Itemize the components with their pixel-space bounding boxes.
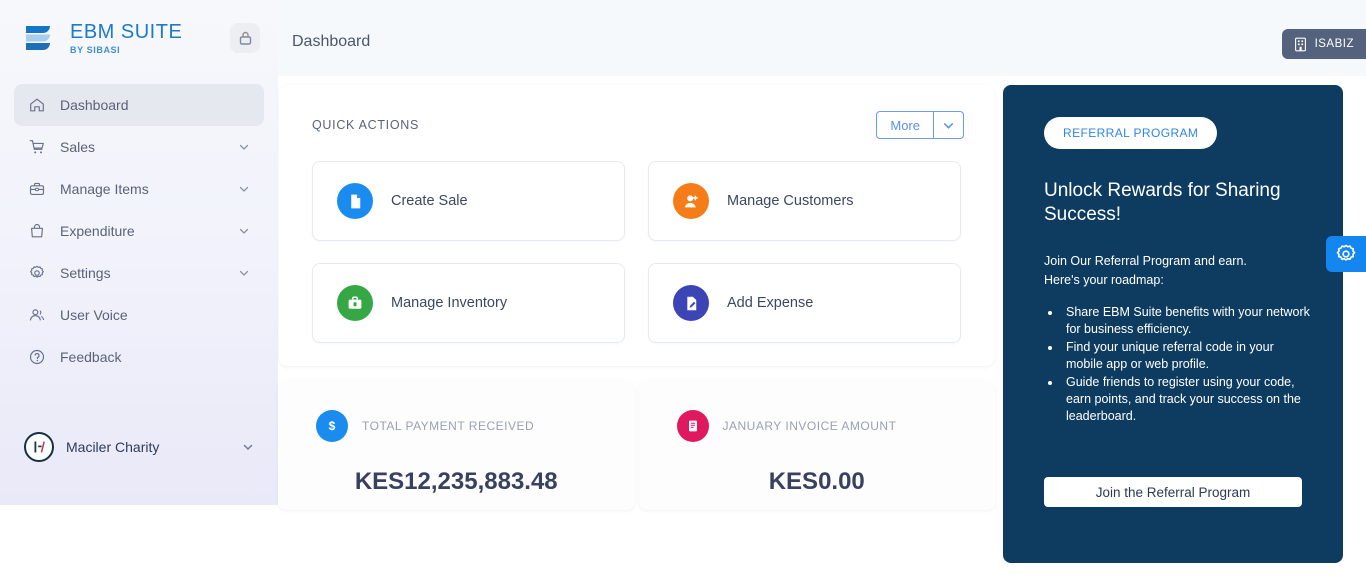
sidebar-nav: Dashboard Sales [0,84,278,378]
chevron-down-icon[interactable] [242,441,254,453]
referral-bullets: Share EBM Suite benefits with your netwo… [1062,304,1311,425]
profile-name: Maciler Charity [66,439,230,455]
page-title: Dashboard [292,33,370,51]
stat-label: JANUARY INVOICE AMOUNT [723,419,897,433]
svg-text:$: $ [329,419,336,433]
stat-card-total-payment: $ TOTAL PAYMENT RECEIVED KES12,235,883.4… [278,380,635,510]
org-badge-label: ISABIZ [1315,38,1354,50]
referral-panel: REFERRAL PROGRAM Unlock Rewards for Shar… [1003,85,1343,563]
lock-icon [238,30,253,46]
question-icon [28,348,46,366]
referral-title: Unlock Rewards for Sharing Success! [1044,179,1299,228]
stacked-bars-logo-icon [24,22,60,54]
company-avatar-icon [28,436,50,458]
referral-bullet: Guide friends to register using your cod… [1062,374,1311,425]
sidebar-item-label: Sales [60,139,224,155]
quick-actions-panel: QUICK ACTIONS More [279,85,994,366]
document-icon [337,183,373,219]
more-button[interactable]: More [876,111,934,139]
chevron-down-icon [238,225,250,237]
quick-action-add-expense[interactable]: Add Expense [648,263,961,343]
sidebar-item-label: Expenditure [60,223,224,239]
more-dropdown-toggle[interactable] [934,111,964,139]
cart-icon [28,138,46,156]
sidebar-item-label: Settings [60,265,224,281]
avatar [24,432,54,462]
dollar-icon: $ [316,410,348,442]
sidebar-profile[interactable]: Maciler Charity [0,417,278,477]
sidebar-item-label: Dashboard [60,97,250,113]
sidebar-item-label: Manage Items [60,181,224,197]
quick-action-create-sale[interactable]: Create Sale [312,161,625,241]
invoice-icon [677,410,709,442]
join-referral-program-button[interactable]: Join the Referral Program [1044,477,1302,507]
stat-value: KES0.00 [677,468,996,496]
referral-bullet: Find your unique referral code in your m… [1062,339,1311,373]
briefcase-icon [337,285,373,321]
sidebar: EBM SUITE BY SIBASI Dashboard [0,0,278,505]
brand-title: EBM SUITE [70,22,220,42]
sidebar-item-settings[interactable]: Settings [14,252,264,294]
user-plus-icon [673,183,709,219]
sidebar-spacer [0,378,278,417]
org-badge[interactable]: ISABIZ [1282,29,1366,59]
chevron-down-icon [238,267,250,279]
referral-lead-line-2: Here's your roadmap: [1044,271,1311,290]
briefcase-icon [28,180,46,198]
sidebar-item-manage-items[interactable]: Manage Items [14,168,264,210]
quick-action-label: Add Expense [727,295,813,311]
referral-lead: Join Our Referral Program and earn. Here… [1044,252,1311,291]
stats-row: $ TOTAL PAYMENT RECEIVED KES12,235,883.4… [278,380,995,510]
quick-action-label: Manage Customers [727,193,854,209]
building-icon [1294,37,1307,52]
chevron-down-icon [238,183,250,195]
gear-icon [1335,243,1357,265]
sidebar-item-expenditure[interactable]: Expenditure [14,210,264,252]
topbar: Dashboard ISABIZ [278,0,1366,76]
sidebar-item-label: Feedback [60,349,250,365]
quick-action-label: Create Sale [391,193,468,209]
main-content: QUICK ACTIONS More [278,76,1366,587]
users-icon [28,306,46,324]
settings-floating-tab[interactable] [1326,236,1366,272]
sidebar-item-sales[interactable]: Sales [14,126,264,168]
pen-doc-icon [673,285,709,321]
stat-card-january-invoice: JANUARY INVOICE AMOUNT KES0.00 [639,380,996,510]
referral-bullet: Share EBM Suite benefits with your netwo… [1062,304,1311,338]
sidebar-item-user-voice[interactable]: User Voice [14,294,264,336]
stat-label: TOTAL PAYMENT RECEIVED [362,419,534,433]
more-split-button: More [876,111,964,139]
home-icon [28,96,46,114]
gear-icon [28,264,46,282]
referral-lead-line-1: Join Our Referral Program and earn. [1044,252,1311,271]
quick-actions-title: QUICK ACTIONS [312,118,419,132]
chevron-down-icon [942,119,955,132]
bag-icon [28,222,46,240]
dashboard-page: EBM SUITE BY SIBASI Dashboard [0,0,1366,587]
brand-row: EBM SUITE BY SIBASI [0,0,278,76]
quick-actions-grid: Create Sale Manage Customers [279,139,994,343]
sidebar-item-label: User Voice [60,307,250,323]
sidebar-item-dashboard[interactable]: Dashboard [14,84,264,126]
sidebar-item-feedback[interactable]: Feedback [14,336,264,378]
quick-action-manage-inventory[interactable]: Manage Inventory [312,263,625,343]
brand-subtitle: BY SIBASI [70,46,220,55]
chevron-down-icon [238,141,250,153]
quick-action-label: Manage Inventory [391,295,507,311]
quick-actions-header: QUICK ACTIONS More [279,85,994,139]
stat-value: KES12,235,883.48 [316,468,635,496]
quick-action-manage-customers[interactable]: Manage Customers [648,161,961,241]
lock-button[interactable] [230,23,260,53]
brand-text: EBM SUITE BY SIBASI [70,22,220,55]
referral-badge: REFERRAL PROGRAM [1044,117,1217,149]
